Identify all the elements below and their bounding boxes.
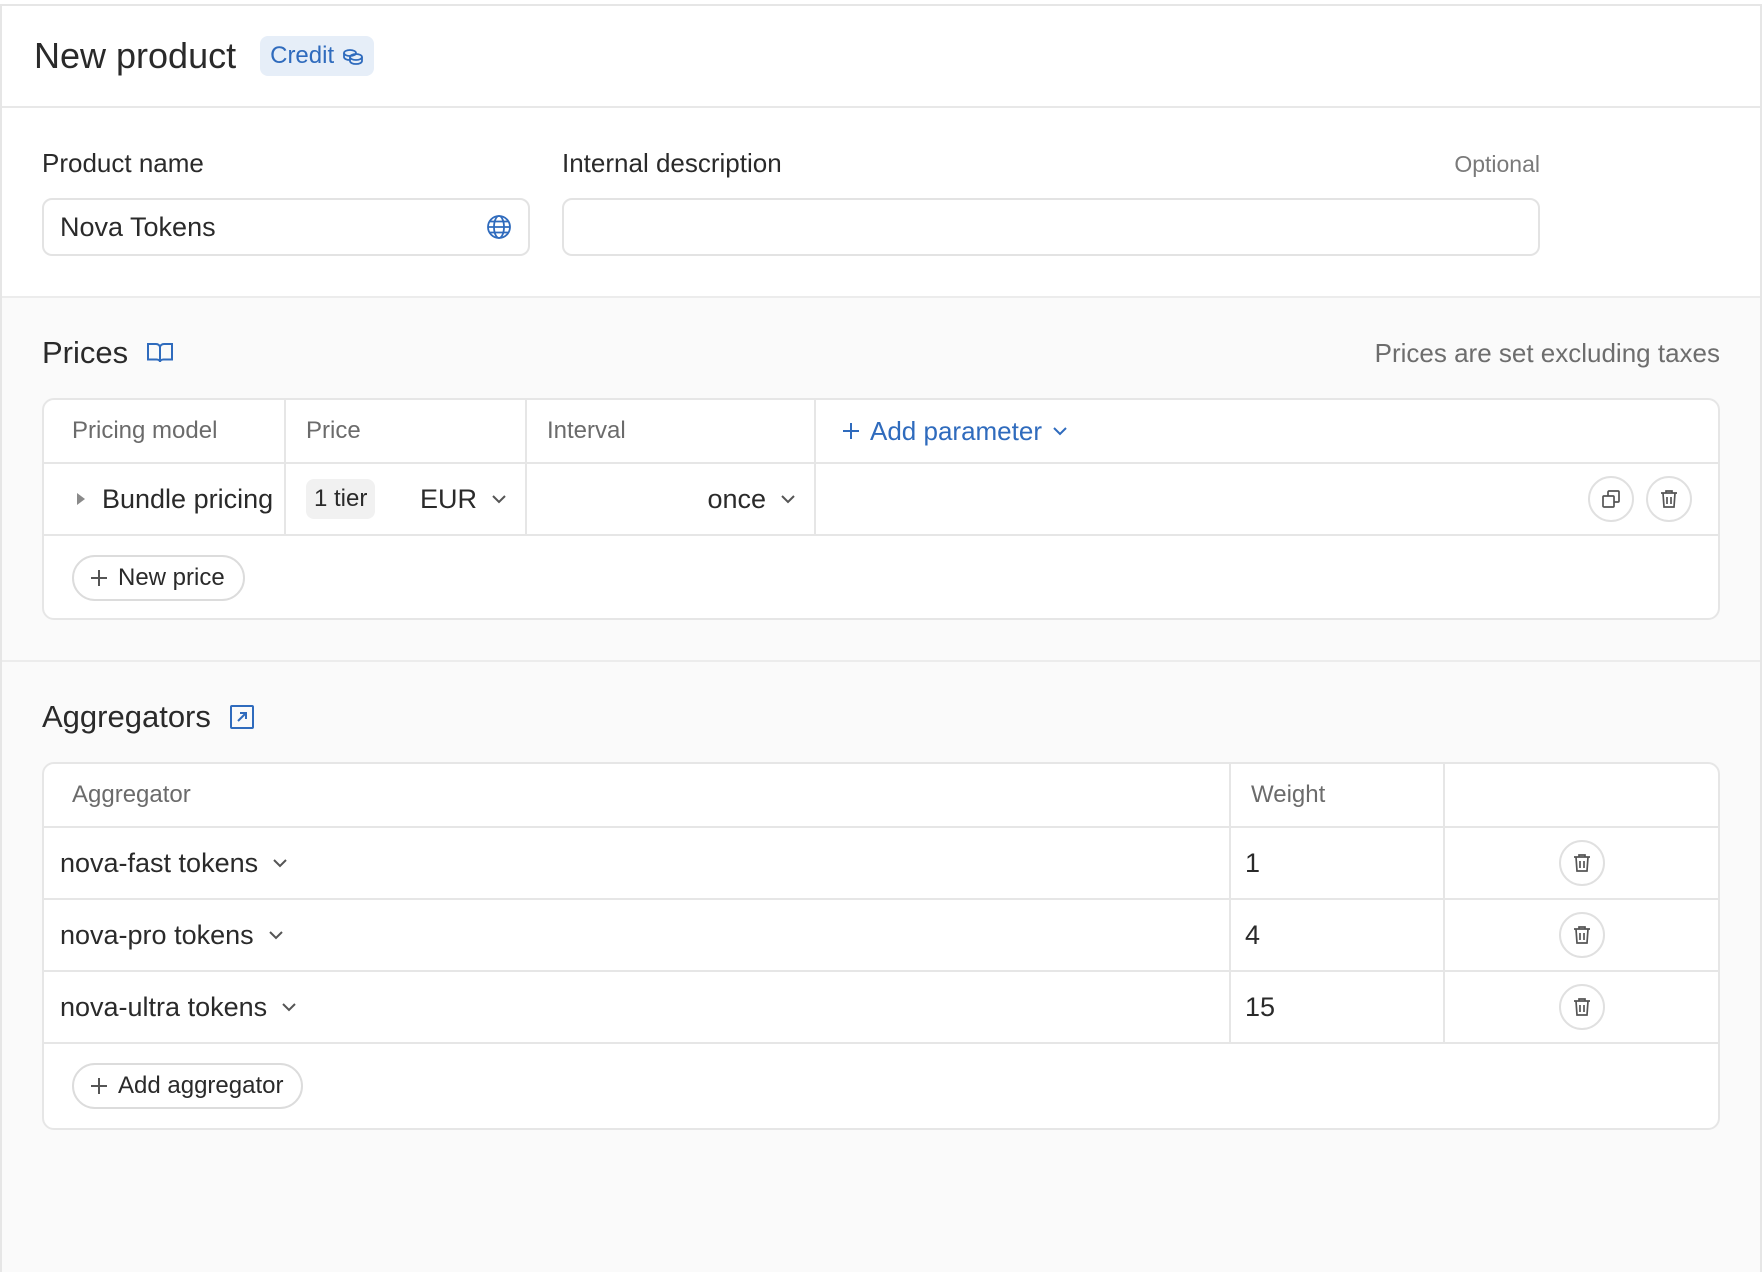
tier-chip[interactable]: 1 tier [306, 479, 376, 519]
product-details-section: Product name Nova Tokens Internal descri… [2, 108, 1760, 298]
aggregator-name[interactable]: nova-ultra tokens [60, 992, 267, 1023]
delete-price-button[interactable] [1646, 476, 1692, 522]
prices-table: Pricing model Price Interval Add paramet… [42, 398, 1720, 620]
aggregators-table: Aggregator Weight nova-fast tokens 1 nov… [42, 762, 1720, 1130]
add-aggregator-label[interactable]: Add aggregator [118, 1072, 283, 1100]
trash-icon [1573, 997, 1591, 1017]
prices-table-footer: New price [44, 536, 1718, 618]
new-product-page: New product Credit Product name Nova Tok… [0, 4, 1762, 1272]
optional-hint: Optional [1454, 151, 1540, 177]
expand-caret-icon[interactable] [76, 492, 86, 506]
duplicate-price-button[interactable] [1588, 476, 1634, 522]
product-name-field: Product name Nova Tokens [42, 148, 530, 296]
weight-input[interactable]: 4 [1231, 900, 1445, 970]
pricing-model-cell[interactable]: Bundle pricing [44, 464, 286, 534]
plus-icon [842, 422, 860, 440]
coins-icon [342, 47, 364, 65]
chevron-down-icon [281, 1002, 297, 1012]
weight-input[interactable]: 15 [1231, 972, 1445, 1042]
chevron-down-icon [491, 494, 507, 504]
duplicate-icon [1601, 489, 1621, 509]
interval-select[interactable]: once [527, 464, 816, 534]
add-parameter-label[interactable]: Add parameter [870, 416, 1042, 447]
aggregator-row-actions [1445, 972, 1718, 1042]
internal-description-field: Internal description Optional [562, 148, 1540, 296]
aggregator-row: nova-fast tokens 1 [44, 828, 1718, 900]
price-row: Bundle pricing 1 tier EUR once [44, 464, 1718, 536]
currency-select[interactable]: EUR [420, 484, 507, 515]
chevron-down-icon [1052, 426, 1068, 436]
new-price-label[interactable]: New price [118, 564, 225, 592]
chevron-down-icon [780, 494, 796, 504]
internal-description-label: Internal description [562, 148, 782, 178]
product-name-input[interactable]: Nova Tokens [42, 198, 530, 256]
product-name-value[interactable]: Nova Tokens [60, 212, 216, 243]
aggregator-name[interactable]: nova-fast tokens [60, 848, 258, 879]
trash-icon [1573, 853, 1591, 873]
delete-aggregator-button[interactable] [1558, 912, 1605, 958]
new-price-button[interactable]: New price [72, 555, 245, 601]
plus-icon [90, 1077, 108, 1095]
page-title: New product [34, 35, 237, 76]
aggregator-name[interactable]: nova-pro tokens [60, 920, 254, 951]
plus-icon [90, 569, 108, 587]
page-header: New product Credit [2, 6, 1760, 108]
trash-icon [1573, 925, 1591, 945]
globe-icon[interactable] [486, 214, 512, 240]
aggregator-row-actions [1445, 900, 1718, 970]
price-row-actions [816, 464, 1718, 534]
weight-input[interactable]: 1 [1231, 828, 1445, 898]
credit-badge-label: Credit [270, 42, 335, 69]
external-link-icon[interactable] [229, 704, 255, 730]
aggregator-select[interactable]: nova-fast tokens [44, 828, 1231, 898]
prices-section: Prices Prices are set excluding taxes Pr… [2, 298, 1760, 662]
product-name-label: Product name [42, 148, 204, 178]
chevron-down-icon [268, 930, 284, 940]
trash-icon [1660, 489, 1678, 509]
aggregators-table-footer: Add aggregator [44, 1044, 1718, 1128]
internal-description-input[interactable] [562, 198, 1540, 256]
prices-table-header: Pricing model Price Interval Add paramet… [44, 400, 1718, 464]
delete-aggregator-button[interactable] [1558, 840, 1605, 886]
column-header-actions [1445, 764, 1718, 826]
weight-value[interactable]: 1 [1245, 848, 1260, 879]
aggregator-select[interactable]: nova-pro tokens [44, 900, 1231, 970]
aggregator-row: nova-ultra tokens 15 [44, 972, 1718, 1044]
weight-value[interactable]: 15 [1245, 992, 1275, 1023]
add-aggregator-button[interactable]: Add aggregator [72, 1063, 304, 1109]
aggregators-heading: Aggregators [42, 699, 255, 735]
pricing-model-value: Bundle pricing [102, 483, 274, 514]
aggregator-row-actions [1445, 828, 1718, 898]
aggregator-select[interactable]: nova-ultra tokens [44, 972, 1231, 1042]
prices-heading: Prices [42, 335, 174, 371]
chevron-down-icon [272, 858, 288, 868]
book-icon[interactable] [146, 341, 174, 365]
credit-badge: Credit [260, 36, 375, 76]
column-header-aggregator: Aggregator [44, 764, 1231, 826]
aggregators-table-header: Aggregator Weight [44, 764, 1718, 828]
prices-tax-note: Prices are set excluding taxes [1374, 337, 1720, 368]
aggregator-row: nova-pro tokens 4 [44, 900, 1718, 972]
prices-title: Prices [42, 335, 129, 370]
column-header-price: Price [286, 400, 527, 462]
column-header-weight: Weight [1231, 764, 1445, 826]
delete-aggregator-button[interactable] [1558, 984, 1605, 1030]
column-header-pricing-model: Pricing model [44, 400, 286, 462]
add-parameter-button[interactable]: Add parameter [816, 400, 1718, 462]
aggregators-title: Aggregators [42, 699, 211, 734]
aggregators-section: Aggregators Aggregator Weight nova-fast … [2, 662, 1760, 1130]
price-cell: 1 tier EUR [286, 464, 527, 534]
currency-value[interactable]: EUR [420, 484, 477, 515]
column-header-interval: Interval [527, 400, 816, 462]
interval-value[interactable]: once [707, 484, 766, 515]
weight-value[interactable]: 4 [1245, 920, 1260, 951]
